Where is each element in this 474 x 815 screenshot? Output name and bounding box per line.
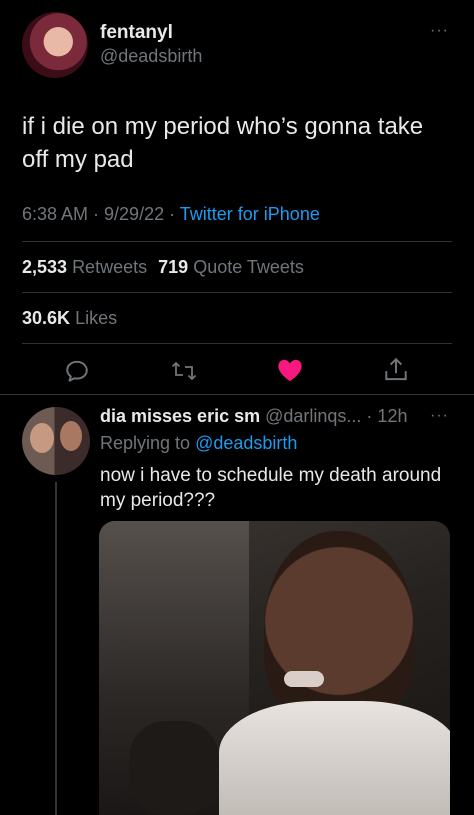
reply-more-icon[interactable]: ··· (430, 407, 449, 425)
divider (22, 241, 452, 242)
reply-media-image[interactable] (99, 521, 450, 815)
tweet-source-link[interactable]: Twitter for iPhone (180, 204, 320, 224)
author-avatar[interactable] (22, 12, 88, 78)
tweet-text: if i die on my period who’s gonna take o… (22, 113, 424, 173)
retweets-label: Retweets (72, 257, 148, 277)
replying-to-prefix: Replying to (100, 433, 191, 453)
retweets-count: 2,533 (22, 257, 68, 277)
tweet-more-icon[interactable]: ··· (430, 22, 449, 40)
share-icon[interactable] (383, 356, 409, 384)
likes-stat[interactable]: 30.6K Likes (22, 308, 117, 329)
thread-line (55, 482, 57, 815)
retweet-icon[interactable] (170, 358, 198, 384)
tweet-timestamp[interactable]: 6:38 AM · 9/29/22 · (22, 204, 175, 224)
like-icon[interactable] (276, 357, 304, 383)
reply-icon[interactable] (64, 358, 90, 384)
divider (22, 343, 452, 344)
likes-count: 30.6K (22, 308, 71, 328)
replying-to-handle[interactable]: @deadsbirth (195, 433, 297, 453)
reply-header: dia misses eric sm @darlinqs... · 12h (100, 406, 407, 427)
retweet-quote-stats: 2,533 Retweets 719 Quote Tweets (22, 257, 304, 278)
section-divider (0, 394, 474, 395)
reply-display-name[interactable]: dia misses eric sm (100, 406, 260, 426)
quotes-count: 719 (158, 257, 189, 277)
retweets-stat[interactable]: 2,533 Retweets (22, 257, 152, 277)
reply-text: now i have to schedule my death around m… (100, 465, 442, 511)
tweet-meta: 6:38 AM · 9/29/22 · Twitter for iPhone (22, 204, 320, 225)
likes-label: Likes (75, 308, 118, 328)
author-display-name[interactable]: fentanyl (100, 22, 173, 44)
divider (22, 292, 452, 293)
quotes-stat[interactable]: 719 Quote Tweets (158, 257, 304, 277)
quotes-label: Quote Tweets (193, 257, 304, 277)
replying-to: Replying to @deadsbirth (100, 433, 297, 454)
reply-handle-time[interactable]: @darlinqs... · 12h (265, 406, 407, 426)
reply-avatar[interactable] (22, 407, 90, 475)
author-handle[interactable]: @deadsbirth (100, 46, 202, 67)
